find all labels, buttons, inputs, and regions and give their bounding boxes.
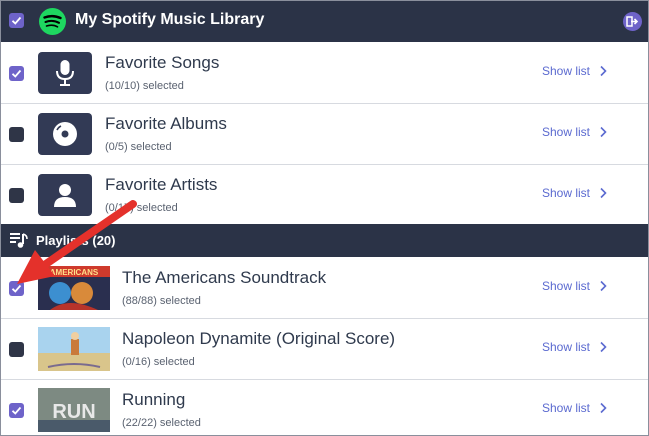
chevron-right-icon[interactable] — [599, 341, 607, 353]
row-checkbox[interactable] — [9, 127, 24, 142]
library-title: My Spotify Music Library — [75, 11, 265, 28]
check-icon — [11, 69, 22, 78]
chevron-right-icon[interactable] — [599, 126, 607, 138]
row-selection-count: (22/22) selected — [122, 417, 201, 429]
library-header: My Spotify Music Library — [1, 1, 648, 42]
album-art-text: AMERICANS — [50, 268, 99, 277]
chevron-right-icon[interactable] — [599, 65, 607, 77]
row-checkbox[interactable] — [9, 281, 24, 296]
playlists-header: Playlists (20) — [1, 224, 648, 257]
album-art: RUN — [38, 388, 110, 432]
chevron-right-icon[interactable] — [599, 280, 607, 292]
row-selection-count: (0/17) selected — [105, 202, 178, 214]
spotify-logo-icon — [39, 8, 66, 35]
category-row-favorite-artists[interactable]: Favorite Artists (0/17) selected Show li… — [1, 165, 648, 226]
chevron-right-icon[interactable] — [599, 402, 607, 414]
logout-icon — [626, 16, 639, 27]
disc-icon — [38, 113, 92, 155]
row-selection-count: (10/10) selected — [105, 80, 184, 92]
album-art — [38, 327, 110, 371]
show-list-link[interactable]: Show list — [542, 186, 590, 200]
row-title: Favorite Albums — [105, 114, 227, 133]
row-title: The Americans Soundtrack — [122, 268, 327, 287]
check-icon — [11, 16, 22, 25]
show-list-link[interactable]: Show list — [542, 401, 590, 415]
row-checkbox[interactable] — [9, 342, 24, 357]
show-list-link[interactable]: Show list — [542, 279, 590, 293]
library-panel: My Spotify Music Library Favorite Songs … — [0, 0, 649, 436]
show-list-link[interactable]: Show list — [542, 340, 590, 354]
row-selection-count: (0/16) selected — [122, 356, 195, 368]
album-art-text: RUN — [52, 401, 95, 423]
playlist-row-napoleon-dynamite[interactable]: Napoleon Dynamite (Original Score) (0/16… — [1, 319, 648, 380]
row-checkbox[interactable] — [9, 188, 24, 203]
logout-button[interactable] — [623, 12, 642, 31]
row-title: Running — [122, 390, 186, 409]
show-list-link[interactable]: Show list — [542, 125, 590, 139]
show-list-link[interactable]: Show list — [542, 64, 590, 78]
person-icon — [38, 174, 92, 216]
select-all-checkbox[interactable] — [9, 13, 24, 28]
row-checkbox[interactable] — [9, 66, 24, 81]
category-row-favorite-songs[interactable]: Favorite Songs (10/10) selected Show lis… — [1, 43, 648, 104]
check-icon — [11, 284, 22, 293]
row-title: Favorite Songs — [105, 53, 220, 72]
row-selection-count: (0/5) selected — [105, 141, 172, 153]
microphone-icon — [38, 52, 92, 94]
row-title: Favorite Artists — [105, 175, 218, 194]
row-title: Napoleon Dynamite (Original Score) — [122, 329, 396, 348]
chevron-right-icon[interactable] — [599, 187, 607, 199]
playlist-icon — [10, 233, 28, 248]
album-art: AMERICANS — [38, 266, 110, 310]
check-icon — [11, 406, 22, 415]
category-row-favorite-albums[interactable]: Favorite Albums (0/5) selected Show list — [1, 104, 648, 165]
row-selection-count: (88/88) selected — [122, 295, 201, 307]
playlist-row-running[interactable]: RUN Running (22/22) selected Show list — [1, 380, 648, 435]
playlist-row-the-americans[interactable]: AMERICANS The Americans Soundtrack (88/8… — [1, 258, 648, 319]
playlists-title: Playlists (20) — [36, 233, 116, 248]
row-checkbox[interactable] — [9, 403, 24, 418]
